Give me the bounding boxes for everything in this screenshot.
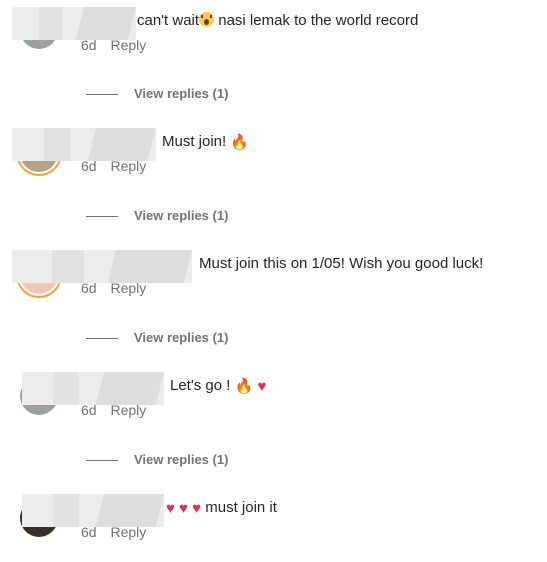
view-replies-label: View replies (1) (134, 330, 229, 345)
view-replies-label: View replies (1) (134, 208, 229, 223)
comment-meta: 6d Reply (81, 524, 146, 540)
red-heart-emoji: ♥ (257, 378, 267, 395)
comment-time: 6d (81, 37, 97, 53)
comment-item: Must join! 🔥 6d Reply (0, 128, 547, 188)
comment-item: can't wait nasi lemak to the world recor… (0, 7, 547, 67)
comment-time: 6d (81, 524, 97, 540)
comment-meta: 6d Reply (81, 402, 146, 418)
view-replies-button[interactable]: View replies (1) (86, 452, 228, 467)
view-replies-button[interactable]: View replies (1) (86, 330, 228, 345)
divider-line (86, 460, 118, 462)
comment-item: Let's go ! 🔥 ♥ 6d Reply (0, 372, 547, 432)
red-heart-emoji: ♥ (179, 500, 188, 517)
comment-text-part: Must join this on 1/05! Wish you good lu… (199, 255, 484, 272)
view-replies-label: View replies (1) (134, 452, 229, 467)
redacted-username (22, 494, 164, 527)
reply-button[interactable]: Reply (110, 280, 146, 296)
comment-text-part: Must join! (162, 133, 231, 150)
view-replies-button[interactable]: View replies (1) (86, 86, 228, 101)
reply-button[interactable]: Reply (110, 37, 146, 53)
red-heart-emoji: ♥ (192, 500, 202, 517)
comment-item: ♥ ♥ ♥ must join it 6d Reply (0, 494, 547, 554)
fire-emoji: 🔥 (230, 134, 250, 151)
comment-item: Must join this on 1/05! Wish you good lu… (0, 250, 547, 310)
red-heart-emoji: ♥ (166, 500, 175, 517)
comment-meta: 6d Reply (81, 37, 146, 53)
comment-text-part: Let's go ! (170, 377, 235, 394)
comment-meta: 6d Reply (81, 158, 146, 174)
redacted-username (12, 250, 192, 283)
comment-time: 6d (81, 402, 97, 418)
redacted-username (12, 7, 136, 40)
comment-text-part: must join it (201, 499, 277, 516)
comment-text-part: nasi lemak to the world record (214, 12, 419, 29)
view-replies-button[interactable]: View replies (1) (86, 208, 228, 223)
comment-text: Must join! 🔥 (162, 132, 249, 153)
screaming-face-emoji (199, 12, 215, 27)
reply-button[interactable]: Reply (110, 158, 146, 174)
reply-button[interactable]: Reply (110, 524, 146, 540)
comment-time: 6d (81, 280, 97, 296)
comment-text: can't wait nasi lemak to the world recor… (137, 11, 418, 31)
fire-emoji: 🔥 (234, 378, 254, 395)
comment-text: ♥ ♥ ♥ must join it (166, 498, 277, 519)
view-replies-label: View replies (1) (134, 86, 229, 101)
redacted-username (12, 128, 156, 161)
comment-text-part: can't wait (137, 12, 200, 29)
comment-time: 6d (81, 158, 97, 174)
divider-line (86, 338, 118, 340)
divider-line (86, 216, 118, 218)
comment-text: Must join this on 1/05! Wish you good lu… (199, 254, 483, 274)
redacted-username (22, 372, 164, 405)
comment-text: Let's go ! 🔥 ♥ (170, 376, 266, 397)
comment-meta: 6d Reply (81, 280, 146, 296)
reply-button[interactable]: Reply (110, 402, 146, 418)
divider-line (86, 94, 118, 96)
